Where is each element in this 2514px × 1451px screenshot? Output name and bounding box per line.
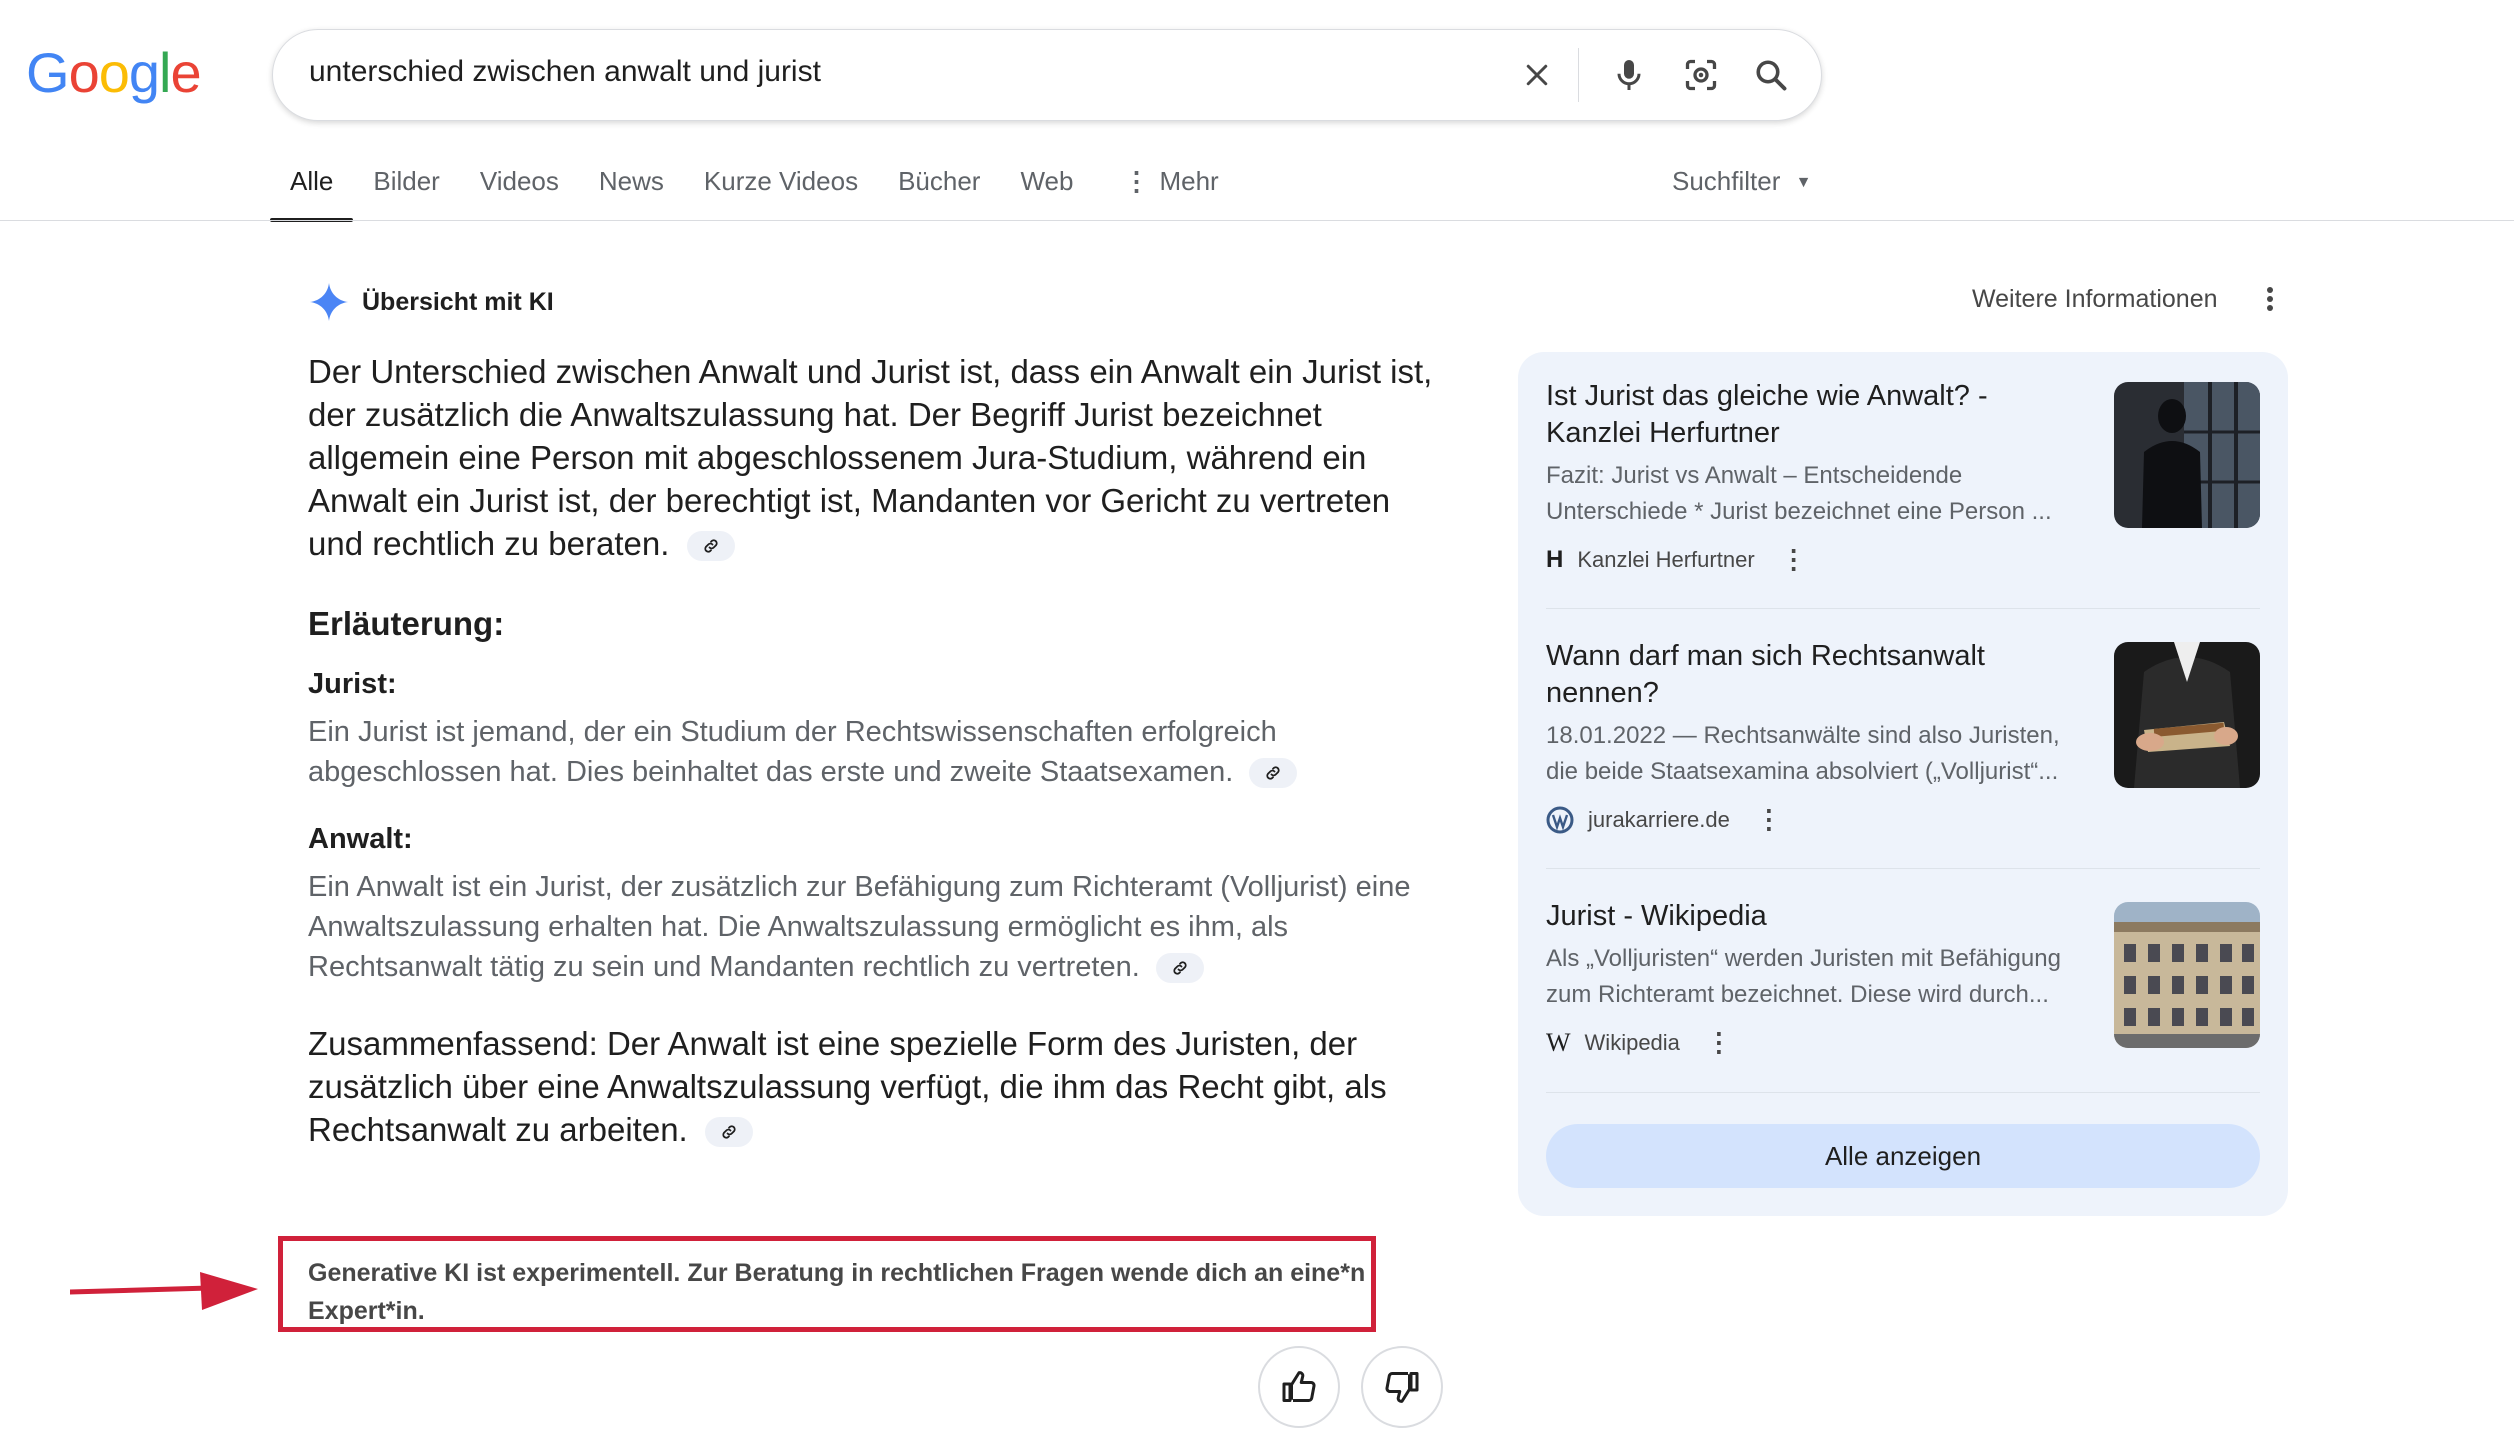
jurist-text: Ein Jurist ist jemand, der ein Studium d… [308,712,1458,792]
source-card[interactable]: Jurist - Wikipedia Als „Volljuristen“ we… [1546,898,2260,1058]
source-divider [1546,608,2260,609]
clear-icon[interactable] [1515,53,1559,97]
jurist-heading: Jurist: [308,668,397,700]
ai-overview-title: Übersicht mit KI [362,287,554,316]
source-name: jurakarriere.de [1588,806,1730,832]
tab-mehr[interactable]: ⋮ Mehr [1123,166,1218,220]
microphone-icon[interactable] [1607,53,1651,97]
thumbs-down-icon [1385,1372,1419,1403]
thumbs-down-button[interactable] [1361,1346,1443,1428]
tab-web[interactable]: Web [1020,166,1073,220]
source-thumbnail[interactable] [2114,382,2260,528]
ai-disclaimer: Generative KI ist experimentell. Zur Ber… [308,1259,1366,1325]
suchfilter-label: Suchfilter [1672,166,1781,196]
ai-answer-main: Der Unterschied zwischen Anwalt und Juri… [308,350,1448,565]
tab-videos[interactable]: Videos [480,166,559,220]
source-divider [1546,868,2260,869]
tabs-divider [0,220,2514,221]
search-input[interactable]: unterschied zwischen anwalt und jurist [309,55,821,89]
ai-answer-text: Der Unterschied zwischen Anwalt und Juri… [308,353,1433,562]
caret-down-icon: ▼ [1795,174,1812,192]
tab-kurze-videos[interactable]: Kurze Videos [704,166,858,220]
tab-mehr-label: Mehr [1159,166,1219,196]
ai-menu-icon[interactable] [2264,284,2276,314]
search-icon[interactable] [1749,53,1793,97]
google-logo[interactable]: Google [26,40,202,105]
more-info-link[interactable]: Weitere Informationen [1972,285,2218,314]
anwalt-text-body: Ein Anwalt ist ein Jurist, der zusätzlic… [308,871,1411,983]
link-icon[interactable] [1249,758,1298,789]
anwalt-text: Ein Anwalt ist ein Jurist, der zusätzlic… [308,867,1458,987]
ai-sparkle-icon [310,283,348,321]
red-arrow-annotation [67,1268,260,1319]
suchfilter-button[interactable]: Suchfilter ▼ [1672,166,1811,197]
tab-buecher[interactable]: Bücher [898,166,980,220]
source-snippet: Unterschiede * Jurist bezeichnet eine Pe… [1546,498,2052,525]
source-snippet: 18.01.2022 — Rechtsanwälte sind also Jur… [1546,722,2060,749]
link-icon[interactable] [1155,953,1204,984]
jurist-text-body: Ein Jurist ist jemand, der ein Studium d… [308,716,1277,788]
source-menu-icon[interactable]: ⋮ [1706,1027,1732,1058]
more-vert-icon: ⋮ [1123,166,1150,196]
source-snippet: die beide Staatsexamina absolviert („Vol… [1546,758,2059,785]
source-thumbnail[interactable] [2114,902,2260,1048]
source-menu-icon[interactable]: ⋮ [1781,544,1807,575]
explanation-heading: Erläuterung: [308,605,505,642]
source-title[interactable]: Wann darf man sich Rechtsanwalt nennen? [1546,638,2026,712]
tab-alle[interactable]: Alle [269,166,354,222]
tab-bilder[interactable]: Bilder [373,166,439,220]
ai-overview-header: Übersicht mit KI [310,283,554,321]
source-title[interactable]: Ist Jurist das gleiche wie Anwalt? - Kan… [1546,378,2026,452]
source-site: jurakarriere.de ⋮ [1546,804,2260,835]
tab-news[interactable]: News [599,166,664,220]
herfurtner-favicon-icon: H [1546,545,1564,573]
ai-summary-text: Zusammenfassend: Der Anwalt ist eine spe… [308,1025,1387,1148]
search-box[interactable]: unterschied zwischen anwalt und jurist [272,29,1822,121]
wordpress-favicon-icon [1546,806,1574,833]
thumbs-up-button[interactable] [1258,1346,1340,1428]
anwalt-heading: Anwalt: [308,823,413,855]
source-name: Kanzlei Herfurtner [1577,546,1755,572]
source-card[interactable]: Wann darf man sich Rechtsanwalt nennen? … [1546,638,2260,835]
source-snippet: Fazit: Jurist vs Anwalt – Entscheidende [1546,462,1963,489]
source-menu-icon[interactable]: ⋮ [1756,804,1782,835]
source-title[interactable]: Jurist - Wikipedia [1546,898,2026,935]
show-all-button[interactable]: Alle anzeigen [1546,1124,2260,1188]
camera-lens-icon[interactable] [1679,53,1723,97]
source-site: H Kanzlei Herfurtner ⋮ [1546,544,2260,575]
thumbs-up-icon [1282,1371,1316,1402]
source-divider [1546,1092,2260,1093]
source-thumbnail[interactable] [2114,642,2260,788]
link-icon[interactable] [704,1117,753,1148]
search-tabs: Alle Bilder Videos News Kurze Videos Büc… [269,166,1259,222]
link-icon[interactable] [686,531,735,562]
source-name: Wikipedia [1584,1029,1680,1055]
source-snippet: Als „Volljuristen“ werden Juristen mit B… [1546,945,2061,972]
source-card[interactable]: Ist Jurist das gleiche wie Anwalt? - Kan… [1546,378,2260,575]
ai-summary: Zusammenfassend: Der Anwalt ist eine spe… [308,1022,1448,1151]
wikipedia-favicon-icon: W [1546,1027,1571,1057]
sources-panel: Ist Jurist das gleiche wie Anwalt? - Kan… [1518,352,2288,1216]
source-snippet: zum Richteramt bezeichnet. Diese wird du… [1546,981,2049,1008]
search-divider [1578,48,1579,102]
